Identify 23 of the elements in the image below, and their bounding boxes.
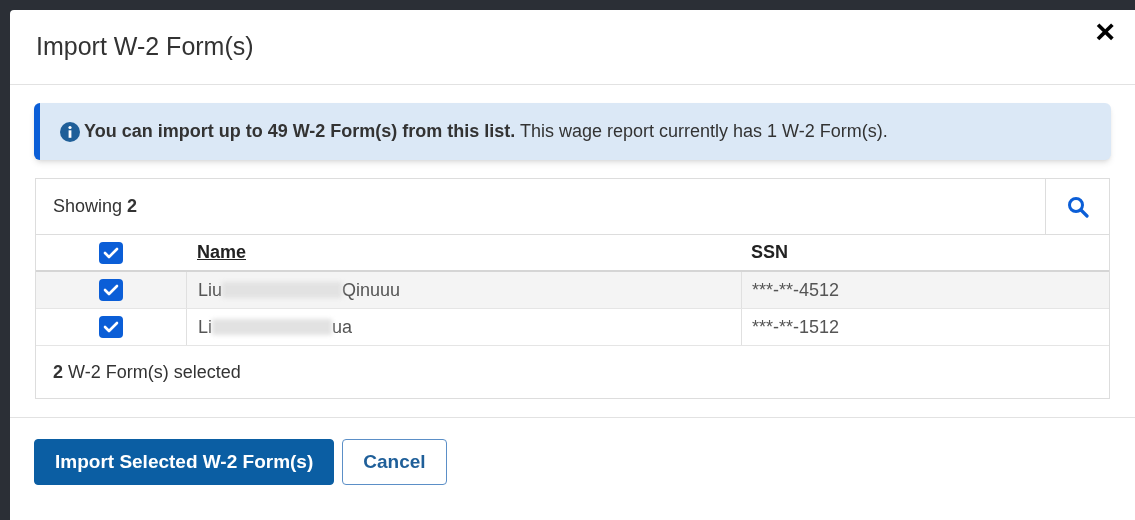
selection-summary: 2 W-2 Form(s) selected [53, 360, 241, 384]
checkbox[interactable] [99, 316, 123, 338]
close-button[interactable]: × [1095, 14, 1115, 48]
cancel-button[interactable]: Cancel [342, 439, 447, 485]
search-icon [1066, 195, 1089, 218]
checkmark-icon [103, 283, 119, 297]
column-header[interactable]: Name [197, 242, 247, 262]
checkbox[interactable] [99, 241, 123, 264]
name-text: ua [332, 315, 353, 339]
ssn-cell-text: ***-**-4512 [752, 278, 840, 302]
alert-message: You can import up to 49 W-2 Form(s) from this list. This wage report currently has 1 W-2 Form(s). [84, 120, 888, 143]
checkmark-icon [103, 320, 119, 334]
import-button[interactable]: Import Selected W-2 Form(s) [34, 439, 335, 485]
dialog-title: Import W-2 Form(s) [36, 31, 254, 62]
checkmark-icon [103, 245, 119, 260]
name-text: Qinuuu [342, 278, 401, 302]
column-header: SSN [751, 242, 788, 262]
ssn-cell-text: ***-**-1512 [752, 315, 840, 339]
showing-count: Showing 2 [52, 195, 138, 218]
checkbox[interactable] [99, 279, 123, 301]
name-text: Liu [198, 278, 223, 302]
name-text: Li [198, 315, 212, 339]
info-icon [60, 122, 80, 142]
